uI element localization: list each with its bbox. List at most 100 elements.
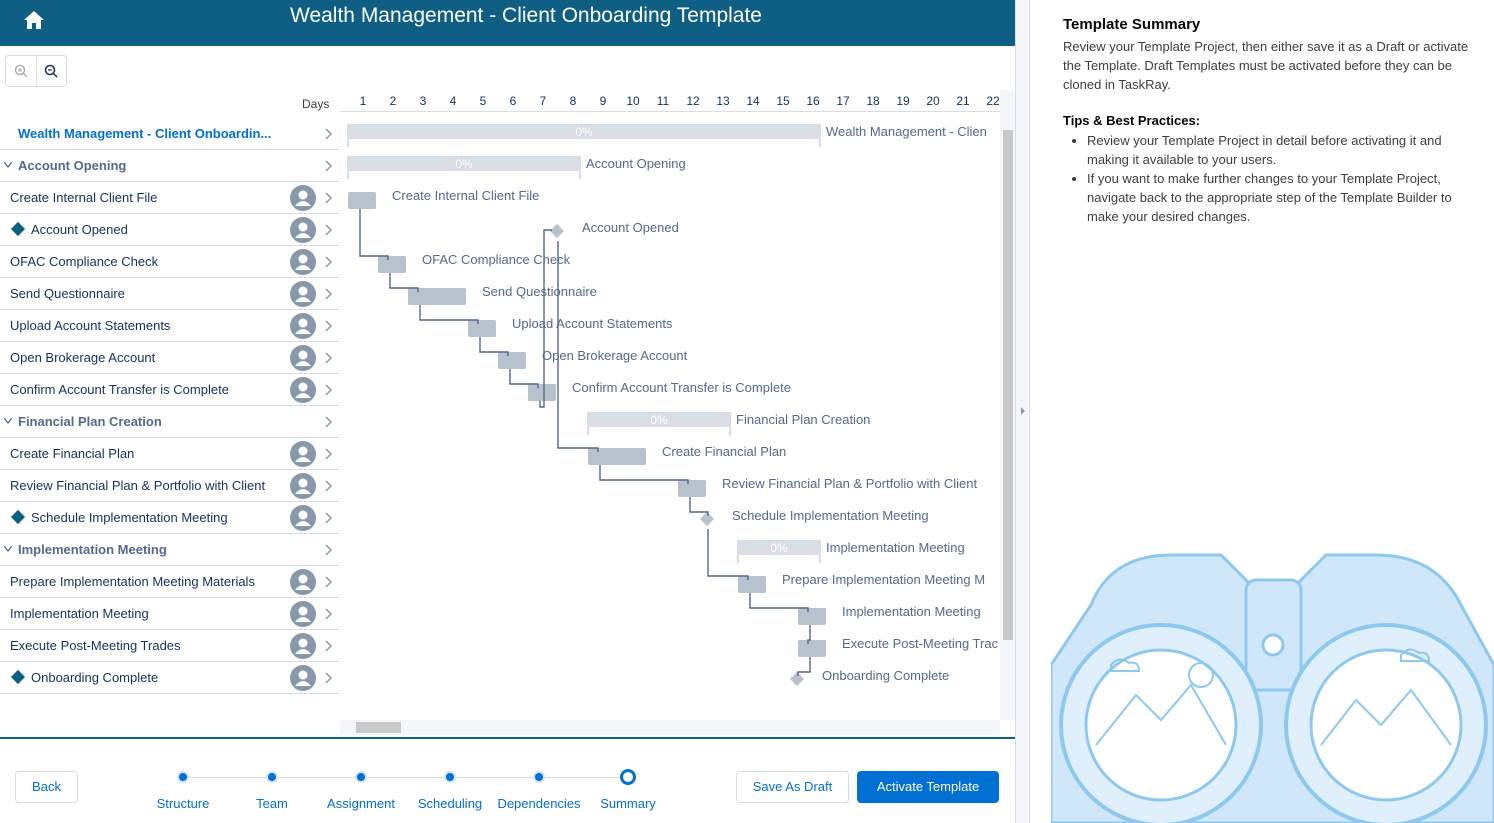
row-label: Open Brokerage Account: [10, 350, 156, 365]
task-bar[interactable]: [588, 448, 646, 465]
milestone-row[interactable]: Onboarding Complete: [0, 662, 339, 694]
task-row[interactable]: OFAC Compliance Check: [0, 246, 339, 278]
task-row[interactable]: Prepare Implementation Meeting Materials: [0, 566, 339, 598]
milestone-marker[interactable]: [699, 511, 715, 527]
save-draft-button[interactable]: Save As Draft: [736, 771, 849, 803]
task-bar[interactable]: [678, 480, 706, 497]
user-avatar-icon[interactable]: [290, 345, 316, 371]
day-tick-label: 6: [509, 94, 517, 108]
user-avatar-icon[interactable]: [290, 601, 316, 627]
row-label: Prepare Implementation Meeting Materials: [10, 574, 255, 589]
step-label[interactable]: Structure: [133, 796, 233, 811]
task-group-row[interactable]: Implementation Meeting: [0, 534, 339, 566]
task-group-row[interactable]: Account Opening: [0, 150, 339, 182]
chevron-right-icon[interactable]: [323, 512, 333, 524]
task-bar[interactable]: [498, 352, 526, 369]
task-bar[interactable]: [378, 256, 406, 273]
chevron-right-icon[interactable]: [323, 352, 333, 364]
chevron-right-icon[interactable]: [323, 224, 333, 236]
chevron-right-icon[interactable]: [323, 672, 333, 684]
step-label[interactable]: Dependencies: [489, 796, 589, 811]
step-label[interactable]: Team: [222, 796, 322, 811]
task-row[interactable]: Implementation Meeting: [0, 598, 339, 630]
step-marker[interactable]: [444, 771, 456, 783]
task-row[interactable]: Execute Post-Meeting Trades: [0, 630, 339, 662]
user-avatar-icon[interactable]: [290, 665, 316, 691]
project-row[interactable]: Wealth Management - Client Onboardin...: [0, 118, 339, 150]
task-row[interactable]: Open Brokerage Account: [0, 342, 339, 374]
task-bar[interactable]: [798, 608, 826, 625]
header-bar: Wealth Management - Client Onboarding Te…: [0, 0, 1015, 46]
chevron-right-icon[interactable]: [323, 640, 333, 652]
user-avatar-icon[interactable]: [290, 313, 316, 339]
milestone-row[interactable]: Account Opened: [0, 214, 339, 246]
day-tick-label: 3: [419, 94, 427, 108]
user-avatar-icon[interactable]: [290, 633, 316, 659]
task-row[interactable]: Review Financial Plan & Portfolio with C…: [0, 470, 339, 502]
chevron-right-icon[interactable]: [323, 160, 333, 172]
dependency-line: [359, 209, 389, 260]
row-label: Create Financial Plan: [10, 446, 135, 461]
chevron-right-icon[interactable]: [323, 480, 333, 492]
bar-label: Execute Post-Meeting Trac: [842, 636, 999, 651]
chevron-right-icon[interactable]: [323, 544, 333, 556]
chevron-down-icon[interactable]: [4, 162, 12, 168]
task-bar[interactable]: [468, 320, 496, 337]
horizontal-scroll-thumb[interactable]: [356, 722, 401, 733]
milestone-row[interactable]: Schedule Implementation Meeting: [0, 502, 339, 534]
user-avatar-icon[interactable]: [290, 217, 316, 243]
task-row[interactable]: Create Internal Client File: [0, 182, 339, 214]
chevron-right-icon[interactable]: [323, 416, 333, 428]
user-avatar-icon[interactable]: [290, 505, 316, 531]
chevron-right-icon[interactable]: [323, 320, 333, 332]
task-row[interactable]: Send Questionnaire: [0, 278, 339, 310]
horizontal-scrollbar[interactable]: [340, 720, 1000, 735]
chevron-down-icon[interactable]: [4, 546, 12, 552]
task-bar[interactable]: [408, 288, 466, 305]
day-tick-label: 8: [569, 94, 577, 108]
task-group-row[interactable]: Financial Plan Creation: [0, 406, 339, 438]
task-bar[interactable]: [798, 640, 826, 657]
step-marker[interactable]: [533, 771, 545, 783]
step-label[interactable]: Scheduling: [400, 796, 500, 811]
vertical-scrollbar[interactable]: [1000, 90, 1015, 720]
step-marker[interactable]: [266, 771, 278, 783]
user-avatar-icon[interactable]: [290, 249, 316, 275]
step-label[interactable]: Summary: [578, 796, 678, 811]
step-marker[interactable]: [177, 771, 189, 783]
chevron-right-icon[interactable]: [323, 608, 333, 620]
tip-item: Review your Template Project in detail b…: [1087, 131, 1487, 169]
milestone-marker[interactable]: [549, 223, 565, 239]
chevron-down-icon[interactable]: [4, 418, 12, 424]
task-row[interactable]: Confirm Account Transfer is Complete: [0, 374, 339, 406]
step-marker[interactable]: [620, 769, 636, 785]
step-label[interactable]: Assignment: [311, 796, 411, 811]
user-avatar-icon[interactable]: [290, 473, 316, 499]
chevron-right-icon[interactable]: [323, 384, 333, 396]
dependency-line: [599, 465, 689, 484]
zoom-out-icon[interactable]: [35, 56, 66, 86]
chevron-right-icon[interactable]: [323, 288, 333, 300]
caret-right-icon[interactable]: [1020, 406, 1026, 416]
user-avatar-icon[interactable]: [290, 185, 316, 211]
user-avatar-icon[interactable]: [290, 569, 316, 595]
milestone-marker[interactable]: [789, 671, 805, 687]
chevron-right-icon[interactable]: [323, 192, 333, 204]
chevron-right-icon[interactable]: [323, 256, 333, 268]
activate-template-button[interactable]: Activate Template: [857, 771, 999, 803]
user-avatar-icon[interactable]: [290, 377, 316, 403]
task-bar[interactable]: [738, 576, 766, 593]
zoom-in-icon[interactable]: [6, 56, 36, 86]
chevron-right-icon[interactable]: [323, 576, 333, 588]
user-avatar-icon[interactable]: [290, 281, 316, 307]
task-bar[interactable]: [528, 384, 556, 401]
task-row[interactable]: Upload Account Statements: [0, 310, 339, 342]
row-label: Account Opening: [18, 158, 127, 173]
chevron-right-icon[interactable]: [323, 128, 333, 140]
step-marker[interactable]: [355, 771, 367, 783]
chevron-right-icon[interactable]: [323, 448, 333, 460]
task-bar[interactable]: [348, 192, 376, 209]
user-avatar-icon[interactable]: [290, 441, 316, 467]
vertical-scroll-thumb[interactable]: [1003, 130, 1013, 640]
task-row[interactable]: Create Financial Plan: [0, 438, 339, 470]
